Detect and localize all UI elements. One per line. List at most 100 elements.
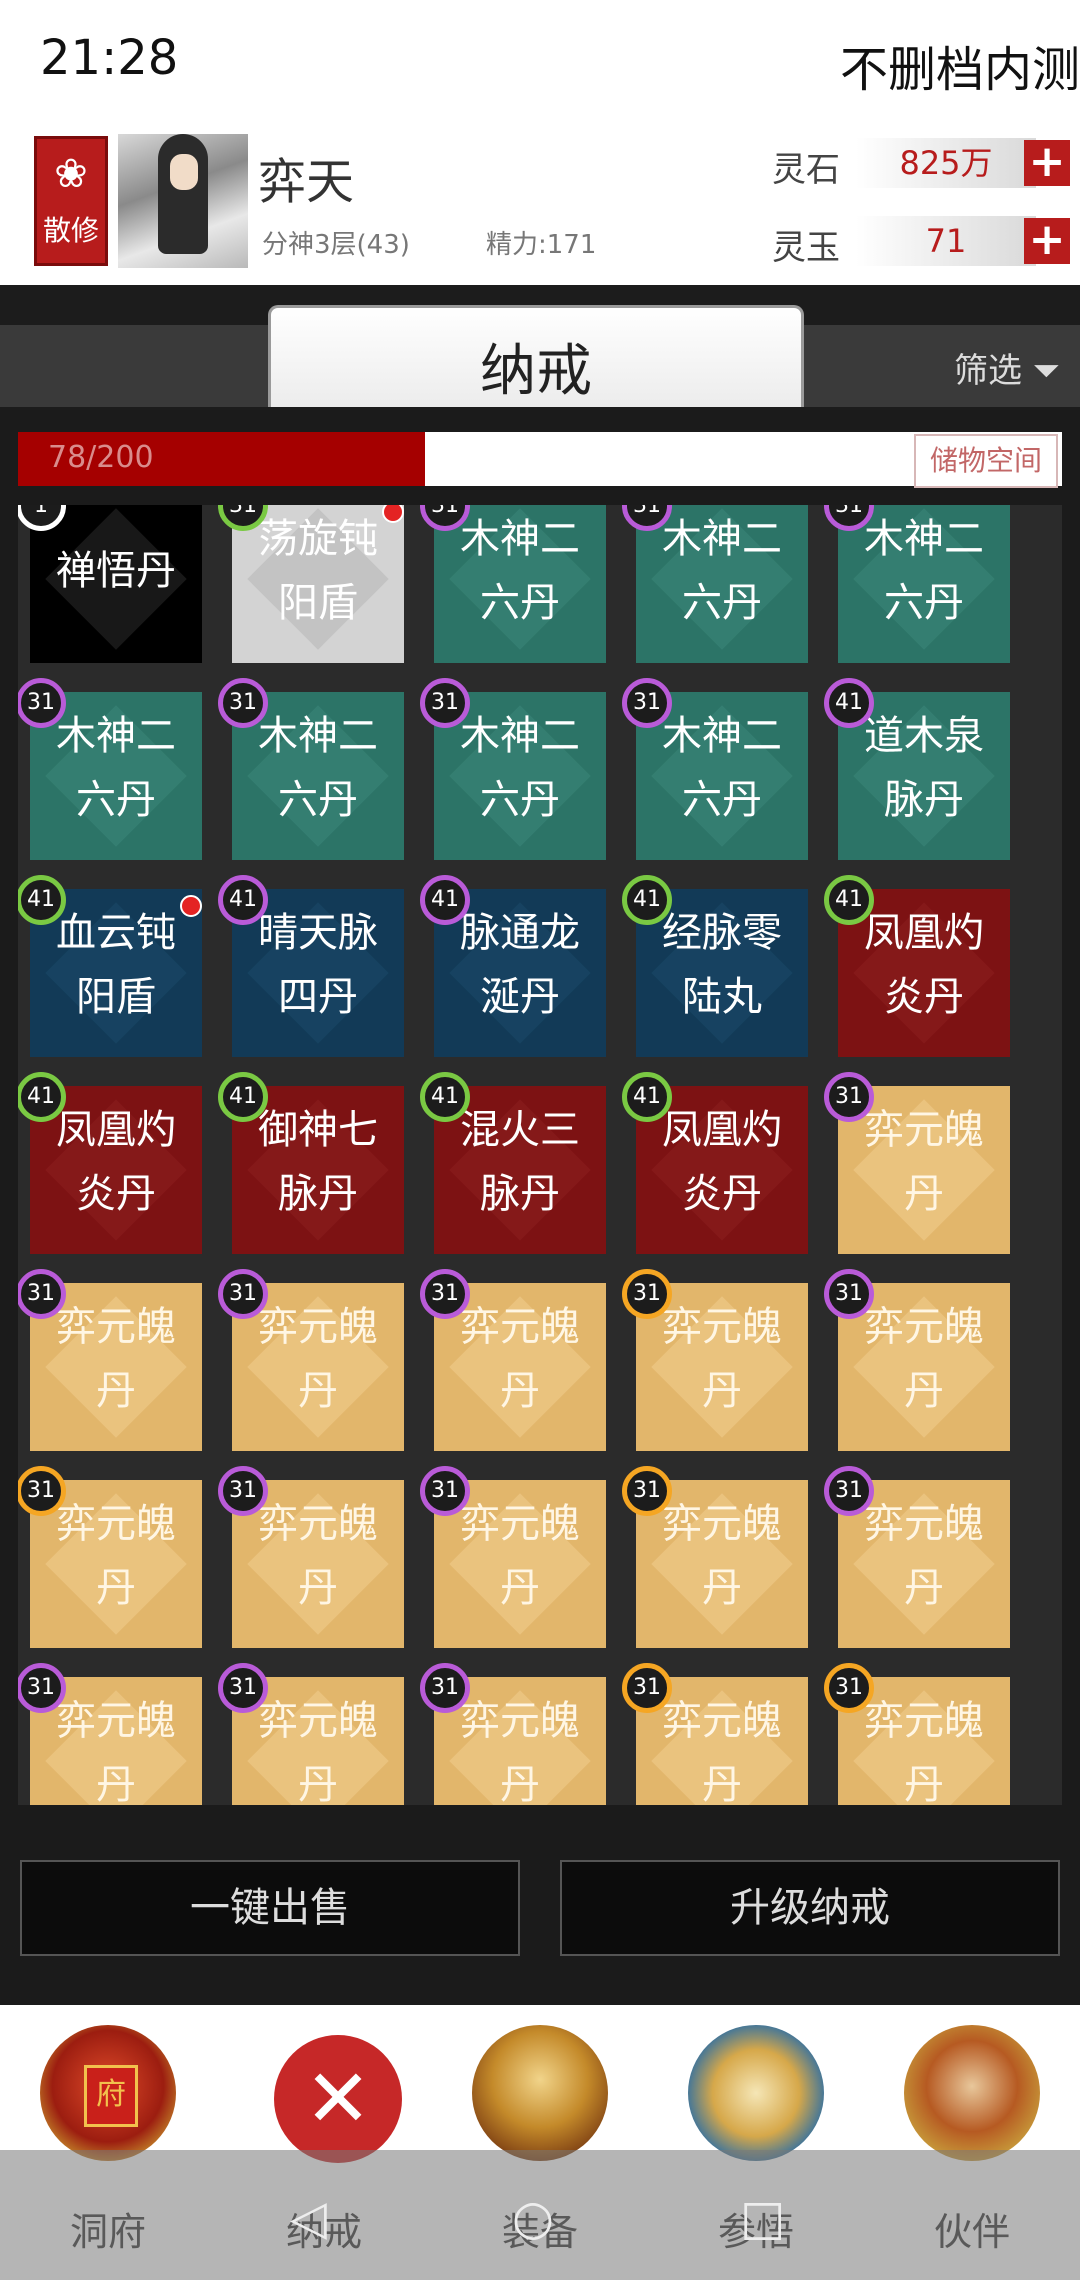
item-name: 晴天脉 四丹 xyxy=(258,910,378,1020)
item-level-badge: 41 xyxy=(622,875,672,925)
item-name: 弈元魄丹 xyxy=(460,1304,580,1414)
add-spirit-jade-button[interactable]: + xyxy=(1024,218,1070,264)
server-label: 不删档内测 xyxy=(839,42,1080,98)
lotus-icon: ❀ xyxy=(54,151,88,197)
item-level-badge: 41 xyxy=(622,1072,672,1122)
item-name: 御神七 脉丹 xyxy=(258,1107,378,1217)
currency-label-spirit-stone: 灵石 xyxy=(772,150,840,190)
item-level-badge: 31 xyxy=(420,1663,470,1713)
item-name: 弈元魄丹 xyxy=(864,1304,984,1414)
cave-mansion-icon: 府 xyxy=(40,2025,176,2161)
item-level-badge: 31 xyxy=(622,678,672,728)
item-name: 木神二 六丹 xyxy=(56,713,176,823)
item-level-badge: 31 xyxy=(18,1466,66,1516)
item-name: 弈元魄丹 xyxy=(258,1501,378,1611)
tab-bar: 纳戒 筛选 ⏷ xyxy=(0,285,1080,410)
home-icon[interactable]: ○ xyxy=(512,2190,554,2246)
item-level-badge: 41 xyxy=(18,875,66,925)
item-level-badge: 31 xyxy=(824,1269,874,1319)
item-name: 禅悟丹 xyxy=(56,548,176,594)
item-name: 木神二 六丹 xyxy=(258,713,378,823)
item-name: 木神二 六丹 xyxy=(662,516,782,626)
item-level-badge: 41 xyxy=(218,1072,268,1122)
item-name: 木神二 六丹 xyxy=(662,713,782,823)
item-name: 弈元魄丹 xyxy=(56,1501,176,1611)
item-name: 弈元魄丹 xyxy=(460,1501,580,1611)
avatar[interactable] xyxy=(118,134,248,268)
system-nav-bar: ◁ ○ □ xyxy=(0,2150,1080,2280)
item-name: 木神二 六丹 xyxy=(460,713,580,823)
inventory-item[interactable]: 木神二 六丹 xyxy=(636,505,808,663)
item-level-badge: 41 xyxy=(420,1072,470,1122)
filter-button[interactable]: 筛选 ⏷ xyxy=(954,343,1060,392)
item-name: 经脉零 陆丸 xyxy=(662,910,782,1020)
item-level-badge: 31 xyxy=(218,1663,268,1713)
item-name: 混火三 脉丹 xyxy=(460,1107,580,1217)
new-item-dot xyxy=(180,895,202,917)
back-icon[interactable]: ◁ xyxy=(290,2190,327,2246)
item-level-badge: 31 xyxy=(622,1269,672,1319)
item-name: 道木泉 脉丹 xyxy=(864,713,984,823)
item-level-badge: 41 xyxy=(420,875,470,925)
item-level-badge: 31 xyxy=(218,1269,268,1319)
partner-icon xyxy=(904,2025,1040,2161)
item-name: 弈元魄丹 xyxy=(56,1304,176,1414)
scroll-icon xyxy=(688,2025,824,2161)
currency-value-spirit-jade: 71 xyxy=(856,216,1036,266)
item-name: 弈元魄丹 xyxy=(864,1107,984,1217)
inventory-grid[interactable]: 禅悟丹 1 荡旋钝 阳盾 31 木神二 六丹 31 木神二 六丹 31 木神二 六丹 31 木神二 六丹 31 木… xyxy=(18,505,1062,1805)
item-level-badge: 31 xyxy=(420,1269,470,1319)
item-level-badge: 31 xyxy=(18,1269,66,1319)
funnel-icon: ⏷ xyxy=(1032,351,1060,391)
recents-icon[interactable]: □ xyxy=(740,2190,785,2246)
item-level-badge: 41 xyxy=(824,875,874,925)
item-level-badge: 31 xyxy=(18,1663,66,1713)
item-level-badge: 31 xyxy=(824,1663,874,1713)
item-name: 弈元魄丹 xyxy=(662,1304,782,1414)
action-bar: 一键出售 升级纳戒 xyxy=(0,1805,1080,2005)
currency-label-spirit-jade: 灵玉 xyxy=(772,228,840,268)
inventory-item[interactable]: 木神二 六丹 xyxy=(838,505,1010,663)
item-name: 凤凰灼 炎丹 xyxy=(56,1107,176,1217)
item-level-badge: 31 xyxy=(218,1466,268,1516)
tab-title: 纳戒 xyxy=(480,339,592,404)
item-level-badge: 31 xyxy=(824,1466,874,1516)
helmet-icon xyxy=(472,2025,608,2161)
inventory-item[interactable]: 木神二 六丹 xyxy=(434,505,606,663)
item-level-badge: 41 xyxy=(824,678,874,728)
item-name: 血云钝 阳盾 xyxy=(56,910,176,1020)
filter-label: 筛选 xyxy=(953,351,1022,391)
item-name: 木神二 六丹 xyxy=(864,516,984,626)
item-level-badge: 41 xyxy=(18,1072,66,1122)
item-level-badge: 31 xyxy=(18,678,66,728)
player-name: 弈天 xyxy=(258,154,355,210)
player-energy: 精力:171 xyxy=(486,230,597,260)
profile-header: ❀ 散修 弈天 分神3层(43) 精力:171 灵石 825万 + 灵玉 71 … xyxy=(0,120,1080,285)
item-name: 脉通龙 涎丹 xyxy=(460,910,580,1020)
item-level-badge: 41 xyxy=(218,875,268,925)
sect-badge[interactable]: ❀ 散修 xyxy=(34,136,108,266)
status-bar: 21:28 不删档内测 xyxy=(0,0,1080,120)
item-level-badge: 31 xyxy=(218,678,268,728)
item-level-badge: 31 xyxy=(420,678,470,728)
player-realm: 分神3层(43) xyxy=(262,230,410,260)
storage-space-button[interactable]: 储物空间 xyxy=(913,434,1058,488)
inventory-item[interactable]: 禅悟丹 xyxy=(30,505,202,663)
tab-storage-ring[interactable]: 纳戒 xyxy=(268,305,804,407)
add-spirit-stone-button[interactable]: + xyxy=(1024,140,1070,186)
item-level-badge: 31 xyxy=(824,1072,874,1122)
sect-label: 散修 xyxy=(42,214,99,247)
clock: 21:28 xyxy=(40,30,179,86)
item-name: 凤凰灼 炎丹 xyxy=(662,1107,782,1217)
sell-all-button[interactable]: 一键出售 xyxy=(20,1860,520,1956)
item-name: 荡旋钝 阳盾 xyxy=(258,516,378,626)
upgrade-ring-button[interactable]: 升级纳戒 xyxy=(560,1860,1060,1956)
item-name: 木神二 六丹 xyxy=(460,516,580,626)
close-icon: ✕ xyxy=(274,2035,402,2163)
capacity-text: 78/200 xyxy=(48,440,154,475)
currency-value-spirit-stone: 825万 xyxy=(856,138,1036,188)
item-name: 弈元魄丹 xyxy=(662,1501,782,1611)
inventory-item[interactable]: 荡旋钝 阳盾 xyxy=(232,505,404,663)
item-level-badge: 31 xyxy=(420,1466,470,1516)
item-level-badge: 31 xyxy=(622,1663,672,1713)
